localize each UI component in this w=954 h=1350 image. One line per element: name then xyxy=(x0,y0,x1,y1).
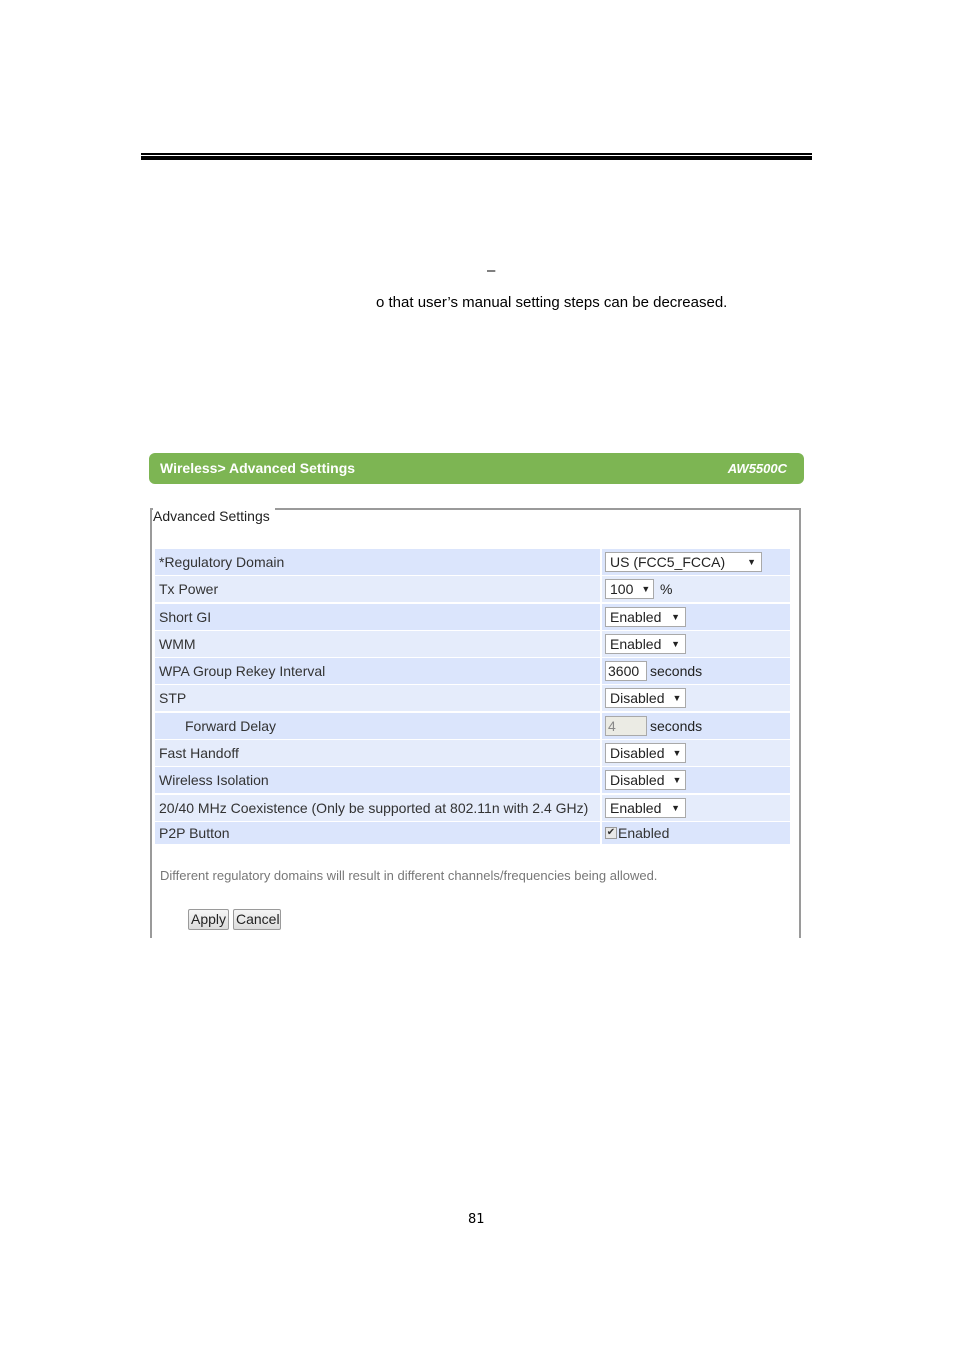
regulatory-domain-select[interactable]: US (FCC5_FCCA) ▼ xyxy=(605,552,762,572)
setting-label: STP xyxy=(155,685,600,712)
select-value: Enabled xyxy=(610,635,662,652)
select-value: Enabled xyxy=(610,608,662,625)
apply-button[interactable]: Apply xyxy=(188,909,229,930)
header-rule-thin xyxy=(141,153,812,155)
p2p-button-checkbox[interactable]: ✔ xyxy=(605,826,617,839)
select-value: Disabled xyxy=(610,690,665,707)
chevron-down-icon: ▼ xyxy=(671,802,680,813)
setting-label: WPA Group Rekey Interval xyxy=(155,658,600,685)
setting-value: Disabled ▼ xyxy=(602,740,790,767)
fast-handoff-select[interactable]: Disabled ▼ xyxy=(605,743,686,764)
tx-power-select[interactable]: 100 ▼ xyxy=(605,579,654,600)
model-name: AW5500C xyxy=(727,461,787,476)
setting-value: ✔ Enabled xyxy=(602,821,790,844)
chevron-down-icon: ▼ xyxy=(641,584,651,595)
select-value: Disabled xyxy=(610,745,665,762)
table-row: 20/40 MHz Coexistence (Only be supported… xyxy=(155,794,790,821)
setting-value: US (FCC5_FCCA) ▼ xyxy=(602,549,790,575)
stp-select[interactable]: Disabled ▼ xyxy=(605,688,686,709)
setting-label: WMM xyxy=(155,630,600,657)
unit-label: seconds xyxy=(650,717,703,734)
select-value: 100 xyxy=(610,581,634,598)
breadcrumb: Wireless> Advanced Settings xyxy=(160,460,356,476)
chevron-down-icon: ▼ xyxy=(747,557,756,567)
fieldset-legend: Advanced Settings xyxy=(153,508,275,524)
table-row: Fast Handoff Disabled ▼ xyxy=(155,740,790,767)
unit-label: % xyxy=(660,581,673,598)
page-number: 81 xyxy=(468,1212,485,1227)
panel-header: Wireless> Advanced Settings AW5500C xyxy=(149,453,804,484)
table-row: WPA Group Rekey Interval 3600 seconds xyxy=(155,658,790,685)
table-row: Short GI Enabled ▼ xyxy=(155,603,790,630)
header-rule-thick xyxy=(141,156,812,160)
unit-label: seconds xyxy=(650,663,703,680)
cancel-button[interactable]: Cancel xyxy=(233,909,281,930)
short-gi-select[interactable]: Enabled ▼ xyxy=(605,606,686,627)
table-row: Tx Power 100 ▼ % xyxy=(155,576,790,603)
setting-label: Forward Delay xyxy=(155,712,600,739)
body-dash: – xyxy=(487,262,496,279)
forward-delay-input: 4 xyxy=(605,715,647,736)
table-row: *Regulatory Domain US (FCC5_FCCA) ▼ xyxy=(155,549,790,575)
setting-value: 100 ▼ % xyxy=(602,576,790,603)
select-value: Enabled xyxy=(610,799,662,816)
select-value: Disabled xyxy=(610,772,665,789)
fieldset-cutoff xyxy=(140,938,820,958)
setting-value: Enabled ▼ xyxy=(602,603,790,630)
setting-value: 3600 seconds xyxy=(602,658,790,685)
setting-label: Tx Power xyxy=(155,576,600,603)
setting-value: Disabled ▼ xyxy=(602,767,790,794)
table-row: WMM Enabled ▼ xyxy=(155,630,790,657)
chevron-down-icon: ▼ xyxy=(672,693,682,704)
setting-label: Wireless Isolation xyxy=(155,767,600,794)
setting-label: *Regulatory Domain xyxy=(155,549,600,575)
chevron-down-icon: ▼ xyxy=(672,748,682,759)
chevron-down-icon: ▼ xyxy=(672,775,682,786)
table-row: Forward Delay 4 seconds xyxy=(155,712,790,739)
regulatory-note: Different regulatory domains will result… xyxy=(160,868,658,883)
table-row: Wireless Isolation Disabled ▼ xyxy=(155,767,790,794)
setting-label: 20/40 MHz Coexistence (Only be supported… xyxy=(155,794,600,821)
chevron-down-icon: ▼ xyxy=(671,611,680,622)
table-row: P2P Button ✔ Enabled xyxy=(155,821,790,844)
setting-label: Fast Handoff xyxy=(155,740,600,767)
setting-label: Short GI xyxy=(155,603,600,630)
settings-table: *Regulatory Domain US (FCC5_FCCA) ▼ Tx P… xyxy=(155,549,790,845)
setting-value: Disabled ▼ xyxy=(602,685,790,712)
chevron-down-icon: ▼ xyxy=(671,638,680,649)
wireless-isolation-select[interactable]: Disabled ▼ xyxy=(605,770,686,791)
wmm-select[interactable]: Enabled ▼ xyxy=(605,633,686,654)
select-value: US (FCC5_FCCA) xyxy=(610,554,726,570)
setting-value: Enabled ▼ xyxy=(602,630,790,657)
setting-value: 4 seconds xyxy=(602,712,790,739)
coexistence-select[interactable]: Enabled ▼ xyxy=(605,797,686,818)
setting-value: Enabled ▼ xyxy=(602,794,790,821)
setting-label: P2P Button xyxy=(155,821,600,844)
table-row: STP Disabled ▼ xyxy=(155,685,790,712)
checkbox-label: Enabled xyxy=(618,824,670,841)
rekey-interval-input[interactable]: 3600 xyxy=(605,661,647,682)
check-icon: ✔ xyxy=(606,827,616,839)
body-text: o that user’s manual setting steps can b… xyxy=(376,294,728,311)
